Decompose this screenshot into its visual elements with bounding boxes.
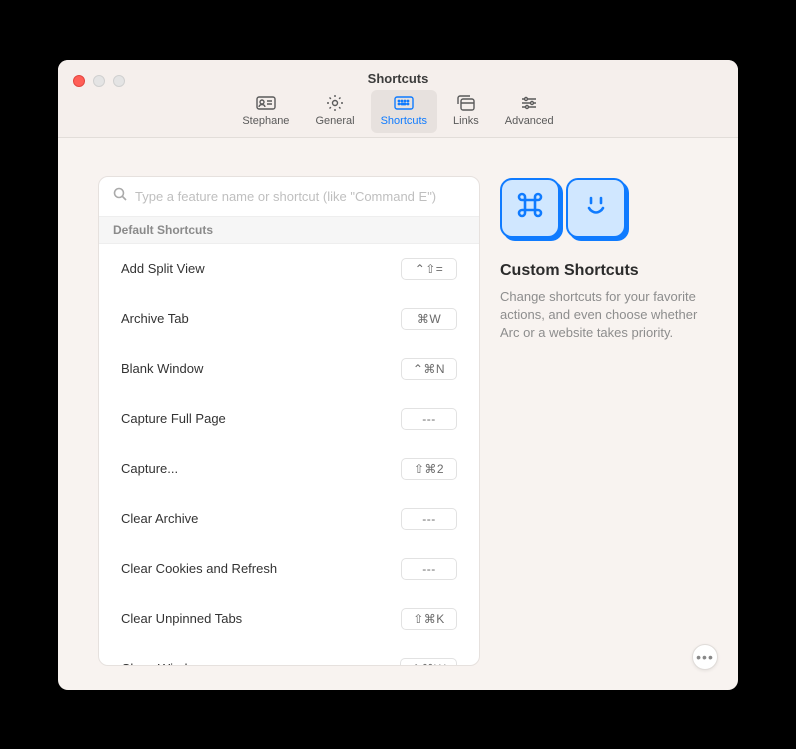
tab-label: Stephane	[242, 115, 289, 127]
list-wrapper: Add Split View ⌃⇧= Archive Tab ⌘W Blank Wi…	[99, 244, 479, 665]
shortcut-key[interactable]: ---	[401, 508, 457, 530]
window-title: Shortcuts	[58, 71, 738, 86]
window-stack-icon	[456, 94, 476, 112]
shortcut-key[interactable]: ⌃⌘N	[401, 358, 457, 380]
search-input[interactable]	[135, 189, 465, 204]
list-item[interactable]: Clear Archive ---	[99, 494, 479, 544]
shortcut-key[interactable]: ⇧⌘W	[400, 658, 457, 665]
id-card-icon	[256, 94, 276, 112]
shortcut-key[interactable]: ⌘W	[401, 308, 457, 330]
info-title: Custom Shortcuts	[500, 262, 698, 280]
tab-label: Shortcuts	[381, 115, 427, 127]
list-item[interactable]: Blank Window ⌃⌘N	[99, 344, 479, 394]
tab-label: Advanced	[505, 115, 554, 127]
info-description: Change shortcuts for your favorite actio…	[500, 288, 698, 343]
gear-icon	[325, 94, 345, 112]
shortcut-name: Clear Cookies and Refresh	[121, 561, 277, 576]
shortcut-name: Add Split View	[121, 261, 205, 276]
shortcut-name: Capture...	[121, 461, 178, 476]
hero-icons	[500, 178, 698, 238]
shortcuts-panel: Default Shortcuts Add Split View ⌃⇧= Arch…	[98, 176, 480, 666]
shortcut-name: Close Window	[121, 661, 204, 665]
preferences-window: Shortcuts Stephane General Shortcuts	[58, 60, 738, 690]
shortcut-name: Blank Window	[121, 361, 203, 376]
smiley-icon	[582, 191, 610, 224]
more-button[interactable]: •••	[692, 644, 718, 670]
shortcut-name: Capture Full Page	[121, 411, 226, 426]
tab-label: General	[315, 115, 354, 127]
list-item[interactable]: Close Window ⇧⌘W	[99, 644, 479, 665]
tab-advanced[interactable]: Advanced	[495, 90, 564, 133]
tab-label: Links	[453, 115, 479, 127]
list-item[interactable]: Archive Tab ⌘W	[99, 294, 479, 344]
shortcuts-list[interactable]: Add Split View ⌃⇧= Archive Tab ⌘W Blank Wi…	[99, 244, 479, 665]
tab-general[interactable]: General	[305, 90, 364, 133]
section-header: Default Shortcuts	[99, 216, 479, 244]
shortcut-name: Clear Unpinned Tabs	[121, 611, 242, 626]
search-row	[99, 177, 479, 216]
ellipsis-icon: •••	[696, 649, 714, 665]
titlebar: Shortcuts Stephane General Shortcuts	[58, 60, 738, 138]
list-item[interactable]: Capture Full Page ---	[99, 394, 479, 444]
shortcut-key[interactable]: ⇧⌘K	[401, 608, 457, 630]
command-icon	[516, 191, 544, 224]
preference-tabs: Stephane General Shortcuts Links	[58, 90, 738, 133]
list-item[interactable]: Add Split View ⌃⇧=	[99, 244, 479, 294]
content-area: Default Shortcuts Add Split View ⌃⇧= Arch…	[58, 138, 738, 690]
shortcut-key[interactable]: ⇧⌘2	[401, 458, 457, 480]
hero-card-command	[500, 178, 560, 238]
list-item[interactable]: Clear Cookies and Refresh ---	[99, 544, 479, 594]
search-icon	[113, 187, 127, 206]
shortcut-key[interactable]: ---	[401, 558, 457, 580]
tab-links[interactable]: Links	[443, 90, 489, 133]
hero-card-smiley	[566, 178, 626, 238]
tab-shortcuts[interactable]: Shortcuts	[371, 90, 437, 133]
shortcut-key[interactable]: ⌃⇧=	[401, 258, 457, 280]
keyboard-icon	[394, 94, 414, 112]
list-item[interactable]: Clear Unpinned Tabs ⇧⌘K	[99, 594, 479, 644]
list-item[interactable]: Capture... ⇧⌘2	[99, 444, 479, 494]
tab-stephane[interactable]: Stephane	[232, 90, 299, 133]
shortcut-name: Archive Tab	[121, 311, 189, 326]
info-panel: Custom Shortcuts Change shortcuts for yo…	[500, 176, 698, 690]
shortcut-name: Clear Archive	[121, 511, 198, 526]
shortcut-key[interactable]: ---	[401, 408, 457, 430]
sliders-icon	[519, 94, 539, 112]
